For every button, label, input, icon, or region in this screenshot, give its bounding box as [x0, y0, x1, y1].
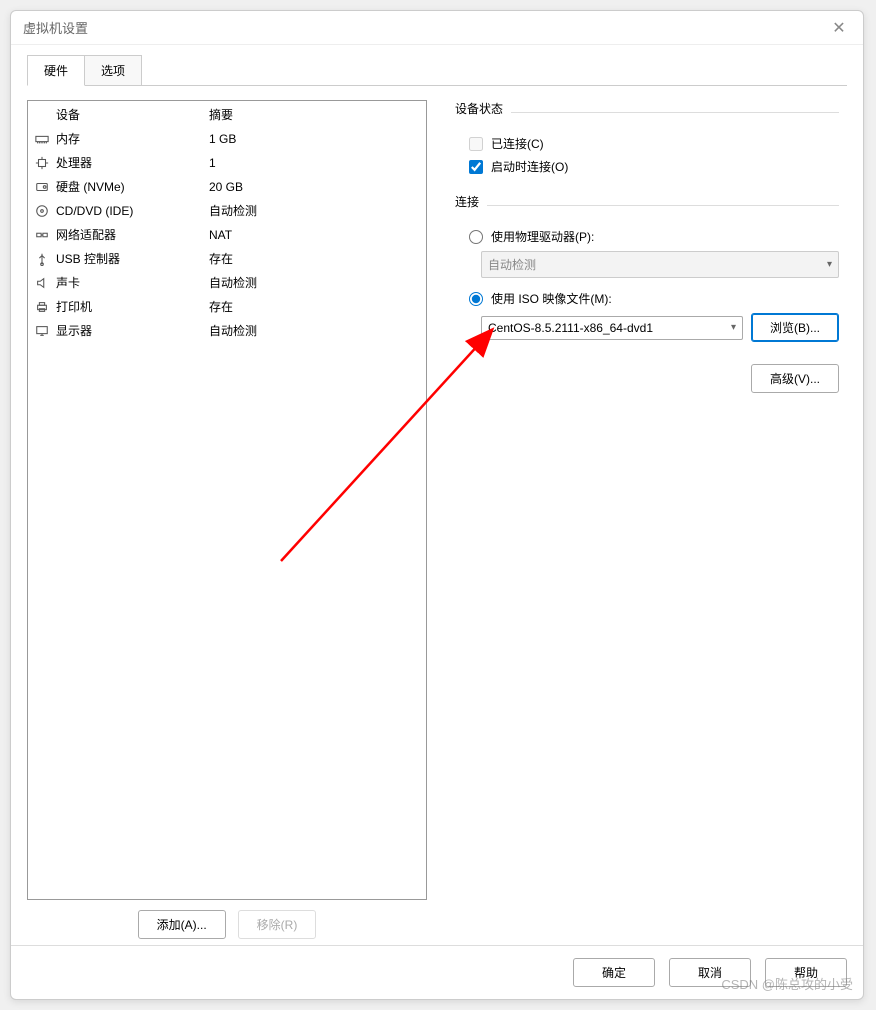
physical-select-wrap: 自动检测 ▾ [481, 251, 839, 278]
device-state-group: 设备状态 已连接(C) 启动时连接(O) [455, 100, 839, 175]
cd-icon [34, 203, 50, 219]
physical-drive-select: 自动检测 ▾ [481, 251, 839, 278]
browse-button[interactable]: 浏览(B)... [751, 313, 839, 342]
sound-icon [34, 275, 50, 291]
device-row[interactable]: USB 控制器 存在 [28, 247, 426, 271]
device-row[interactable]: CD/DVD (IDE) 自动检测 [28, 199, 426, 223]
device-name: USB 控制器 [56, 249, 120, 269]
advanced-button[interactable]: 高级(V)... [751, 364, 839, 393]
chevron-down-icon: ▾ [731, 322, 736, 333]
content-area: 硬件 选项 设备 摘要 内存1 GB处理器1硬盘 (NVMe)20 GBCD/D… [11, 45, 863, 945]
connect-on-start-label: 启动时连接(O) [491, 158, 568, 175]
connected-checkbox[interactable] [469, 137, 483, 151]
iso-file-value: CentOS-8.5.2111-x86_64-dvd1 [488, 321, 653, 335]
device-summary: 20 GB [209, 177, 420, 197]
net-icon [34, 227, 50, 243]
device-row[interactable]: 硬盘 (NVMe) 20 GB [28, 175, 426, 199]
device-row[interactable]: 打印机 存在 [28, 295, 426, 319]
device-name: 硬盘 (NVMe) [56, 177, 125, 197]
device-name: 网络适配器 [56, 225, 116, 245]
connected-label: 已连接(C) [491, 135, 544, 152]
vm-settings-window: 虚拟机设置 ✕ 硬件 选项 设备 摘要 内存 1 GB 处理器 1 硬盘 (NVMe) 2… [10, 10, 864, 1000]
connected-checkbox-row[interactable]: 已连接(C) [469, 135, 839, 152]
device-name: CD/DVD (IDE) [56, 201, 133, 221]
memory-icon [34, 131, 50, 147]
device-summary: 自动检测 [209, 201, 420, 221]
device-name: 声卡 [56, 273, 80, 293]
use-physical-label: 使用物理驱动器(P): [491, 228, 594, 245]
device-row[interactable]: 处理器 1 [28, 151, 426, 175]
device-row[interactable]: 显示器 自动检测 [28, 319, 426, 343]
titlebar: 虚拟机设置 ✕ [11, 11, 863, 45]
device-list[interactable]: 设备 摘要 内存1 GB处理器1硬盘 (NVMe)20 GBCD/DVD (ID… [27, 100, 427, 900]
device-list-header: 设备 摘要 [28, 101, 426, 127]
device-summary: 存在 [209, 249, 420, 269]
use-physical-radio[interactable] [469, 230, 483, 244]
physical-drive-value: 自动检测 [488, 256, 536, 273]
device-summary: 存在 [209, 297, 420, 317]
device-name: 内存 [56, 129, 80, 149]
use-iso-radio[interactable] [469, 292, 483, 306]
advanced-row: 高级(V)... [455, 364, 839, 393]
device-summary: 自动检测 [209, 321, 420, 341]
device-summary: 1 [209, 153, 420, 173]
device-buttons: 添加(A)... 移除(R) [27, 910, 427, 945]
connection-title: 连接 [455, 193, 479, 210]
usb-icon [34, 251, 50, 267]
header-device: 设备 [34, 105, 209, 125]
device-row[interactable]: 网络适配器 NAT [28, 223, 426, 247]
device-name: 打印机 [56, 297, 92, 317]
device-name: 处理器 [56, 153, 92, 173]
use-physical-row[interactable]: 使用物理驱动器(P): [469, 228, 839, 245]
connection-group: 连接 使用物理驱动器(P): 自动检测 ▾ 使用 ISO 映像文件(M): [455, 193, 839, 342]
iso-file-select[interactable]: CentOS-8.5.2111-x86_64-dvd1 ▾ [481, 316, 743, 340]
tab-options[interactable]: 选项 [84, 55, 142, 86]
add-button[interactable]: 添加(A)... [138, 910, 226, 939]
close-icon[interactable]: ✕ [827, 16, 851, 40]
ok-button[interactable]: 确定 [573, 958, 655, 987]
panels: 设备 摘要 内存1 GB处理器1硬盘 (NVMe)20 GBCD/DVD (ID… [27, 85, 847, 945]
disk-icon [34, 179, 50, 195]
device-state-title: 设备状态 [455, 100, 503, 117]
chevron-down-icon: ▾ [827, 259, 832, 270]
left-panel: 设备 摘要 内存1 GB处理器1硬盘 (NVMe)20 GBCD/DVD (ID… [27, 100, 427, 945]
use-iso-row[interactable]: 使用 ISO 映像文件(M): [469, 290, 839, 307]
device-summary: NAT [209, 225, 420, 245]
printer-icon [34, 299, 50, 315]
iso-row: CentOS-8.5.2111-x86_64-dvd1 ▾ 浏览(B)... [481, 313, 839, 342]
tab-hardware[interactable]: 硬件 [27, 55, 85, 86]
window-title: 虚拟机设置 [23, 18, 827, 37]
device-row[interactable]: 内存 1 GB [28, 127, 426, 151]
device-row[interactable]: 声卡 自动检测 [28, 271, 426, 295]
watermark: CSDN @陈总攻的小受 [721, 974, 853, 993]
device-summary: 1 GB [209, 129, 420, 149]
display-icon [34, 323, 50, 339]
tabs: 硬件 选项 [27, 55, 847, 86]
connect-on-start-checkbox[interactable] [469, 160, 483, 174]
right-panel: 设备状态 已连接(C) 启动时连接(O) 连接 使用物理驱动器(P): [447, 100, 847, 945]
use-iso-label: 使用 ISO 映像文件(M): [491, 290, 612, 307]
device-name: 显示器 [56, 321, 92, 341]
header-summary: 摘要 [209, 105, 420, 125]
cpu-icon [34, 155, 50, 171]
device-summary: 自动检测 [209, 273, 420, 293]
remove-button: 移除(R) [238, 910, 317, 939]
connect-on-start-row[interactable]: 启动时连接(O) [469, 158, 839, 175]
